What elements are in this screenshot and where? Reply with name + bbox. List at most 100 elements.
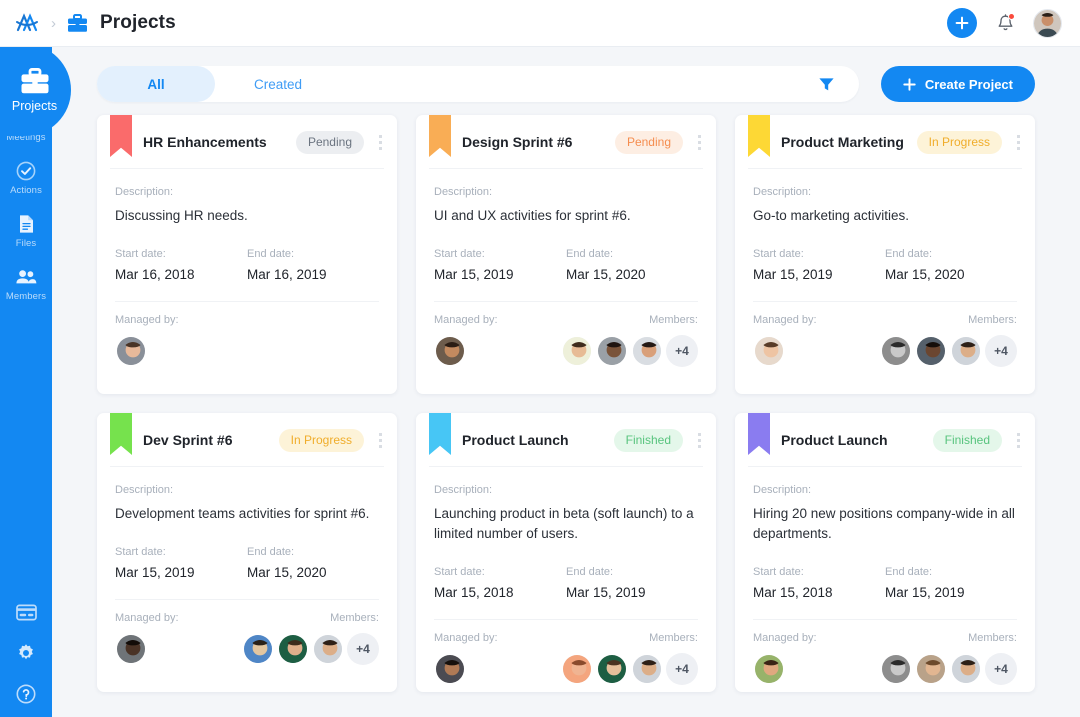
member-avatar[interactable] xyxy=(312,632,344,665)
gear-icon[interactable] xyxy=(15,642,37,664)
create-project-button[interactable]: Create Project xyxy=(880,66,1035,102)
member-avatar[interactable] xyxy=(561,334,593,367)
manager-avatar[interactable] xyxy=(434,652,466,685)
filter-funnel-icon[interactable] xyxy=(817,74,837,94)
member-avatar[interactable] xyxy=(242,632,274,665)
manager-avatar[interactable] xyxy=(115,334,147,367)
end-date-label: End date: xyxy=(566,247,614,260)
member-avatar[interactable] xyxy=(277,632,309,665)
projects-grid: HR Enhancements Pending Description: Discus… xyxy=(97,115,1035,692)
project-ribbon-icon xyxy=(110,115,132,157)
date-row: Start date: Mar 15, 2019 End date: Mar 15, … xyxy=(753,248,1017,282)
manager-avatar[interactable] xyxy=(434,334,466,367)
members-more-count[interactable]: +4 xyxy=(985,334,1017,367)
members-more-count[interactable]: +4 xyxy=(666,652,698,685)
end-date-block: End date: Mar 15, 2019 xyxy=(566,566,698,600)
description-label: Description: xyxy=(115,484,174,496)
card-header-divider xyxy=(429,168,703,169)
tab-bar: All Created xyxy=(97,66,859,102)
card-body: Description: Development teams activities… xyxy=(97,484,397,580)
member-avatar[interactable] xyxy=(915,652,947,685)
card-body: Description: Hiring 20 new positions comp… xyxy=(735,484,1035,600)
project-title: Product Marketing xyxy=(781,134,904,150)
description-label: Description: xyxy=(434,484,493,496)
billing-card-icon[interactable] xyxy=(15,601,37,623)
managed-by-label: Managed by: xyxy=(115,611,179,624)
app-logo-icon[interactable] xyxy=(14,10,40,36)
member-avatar[interactable] xyxy=(880,652,912,685)
sidebar-label: Members xyxy=(5,291,47,302)
kebab-menu-icon[interactable] xyxy=(692,432,706,448)
project-ribbon-icon xyxy=(429,115,451,157)
kebab-menu-icon[interactable] xyxy=(1011,134,1025,150)
member-avatar[interactable] xyxy=(631,652,663,685)
end-date-label: End date: xyxy=(885,565,933,578)
card-manager: Managed by: xyxy=(115,314,179,367)
members-more-count[interactable]: +4 xyxy=(985,652,1017,685)
tab-all[interactable]: All xyxy=(97,66,215,102)
kebab-menu-icon[interactable] xyxy=(373,432,387,448)
manager-avatar[interactable] xyxy=(753,652,785,685)
sidebar-item-actions[interactable]: Actions xyxy=(0,152,52,205)
description-text: UI and UX activities for sprint #6. xyxy=(434,208,631,223)
end-date-label: End date: xyxy=(566,565,614,578)
project-card[interactable]: Product Launch Finished Description: Launch… xyxy=(416,413,716,692)
manager-avatar-row xyxy=(753,652,817,685)
card-manager: Managed by: xyxy=(434,632,498,685)
member-avatar[interactable] xyxy=(561,652,593,685)
card-header-divider xyxy=(429,466,703,467)
member-avatar[interactable] xyxy=(880,334,912,367)
description-label: Description: xyxy=(753,186,812,198)
manager-avatar[interactable] xyxy=(753,334,785,367)
card-manager: Managed by: xyxy=(753,314,817,367)
briefcase-icon[interactable] xyxy=(66,12,88,34)
manager-avatar[interactable] xyxy=(115,632,147,665)
start-date-label: Start date: xyxy=(753,247,804,260)
members-more-count[interactable]: +4 xyxy=(347,632,379,665)
members-more-count[interactable]: +4 xyxy=(666,334,698,367)
briefcase-icon xyxy=(21,67,48,93)
member-avatar[interactable] xyxy=(950,652,982,685)
member-avatar[interactable] xyxy=(596,334,628,367)
card-footer: Managed by: xyxy=(97,302,397,367)
start-date-value: Mar 15, 2019 xyxy=(115,564,195,580)
sidebar-item-members[interactable]: Members xyxy=(0,258,52,311)
kebab-menu-icon[interactable] xyxy=(373,134,387,150)
project-card[interactable]: Design Sprint #6 Pending Description: UI an… xyxy=(416,115,716,394)
managed-by-label: Managed by: xyxy=(753,313,817,326)
card-members: Members: +4 xyxy=(880,632,1017,685)
member-avatar[interactable] xyxy=(631,334,663,367)
create-project-label: Create Project xyxy=(924,76,1013,92)
project-ribbon-icon xyxy=(748,413,770,455)
notifications-bell-icon[interactable] xyxy=(994,11,1016,35)
sidebar-projects-label: Projects xyxy=(11,98,58,113)
member-avatar[interactable] xyxy=(596,652,628,685)
status-badge: In Progress xyxy=(278,428,364,452)
card-footer: Managed by: Members: +4 xyxy=(416,302,716,367)
project-card[interactable]: Product Marketing In Progress Description:… xyxy=(735,115,1035,394)
managed-by-label: Managed by: xyxy=(753,631,817,644)
date-row: Start date: Mar 15, 2019 End date: Mar 15, … xyxy=(115,546,379,580)
project-card[interactable]: Product Launch Finished Description: Hiring… xyxy=(735,413,1035,692)
status-badge: Pending xyxy=(295,130,364,154)
members-label: Members: xyxy=(649,631,698,644)
project-card[interactable]: HR Enhancements Pending Description: Discus… xyxy=(97,115,397,394)
managed-by-label: Managed by: xyxy=(115,313,179,326)
description-text: Hiring 20 new positions company-wide in … xyxy=(753,506,1015,541)
user-avatar[interactable] xyxy=(1033,8,1062,38)
member-avatar[interactable] xyxy=(950,334,982,367)
member-avatar[interactable] xyxy=(915,334,947,367)
start-date-value: Mar 15, 2019 xyxy=(753,266,833,282)
card-footer: Managed by: Members: +4 xyxy=(735,620,1035,685)
project-card[interactable]: Dev Sprint #6 In Progress Description: Deve… xyxy=(97,413,397,692)
card-header-divider xyxy=(110,168,384,169)
kebab-menu-icon[interactable] xyxy=(692,134,706,150)
start-date-label: Start date: xyxy=(115,545,166,558)
tab-created[interactable]: Created xyxy=(215,66,341,102)
help-circle-icon[interactable] xyxy=(15,683,37,705)
sidebar-item-files[interactable]: Files xyxy=(0,205,52,258)
start-date-block: Start date: Mar 15, 2018 xyxy=(753,566,885,600)
add-button[interactable] xyxy=(947,8,977,38)
kebab-menu-icon[interactable] xyxy=(1011,432,1025,448)
end-date-block: End date: Mar 16, 2019 xyxy=(247,248,379,282)
